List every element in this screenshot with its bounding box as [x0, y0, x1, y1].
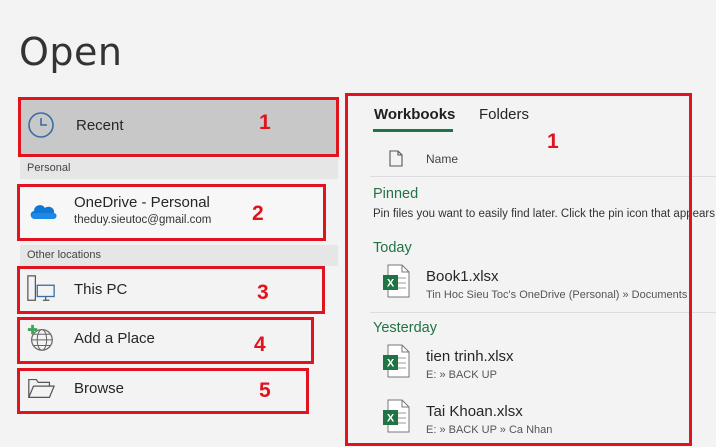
- group-today: Today: [373, 240, 412, 256]
- nav-onedrive-label: OneDrive - Personal: [74, 194, 210, 211]
- file-name: Tai Khoan.xlsx: [426, 403, 523, 420]
- folder-open-icon: [26, 373, 56, 403]
- tab-workbooks[interactable]: Workbooks: [374, 106, 455, 123]
- svg-text:X: X: [387, 358, 395, 370]
- annotation-number-add-place: 4: [254, 333, 266, 356]
- file-row-book1[interactable]: X Book1.xlsx Tin Hoc Sieu Toc's OneDrive…: [370, 264, 716, 310]
- onedrive-email: theduy.sieutoc@gmail.com: [74, 214, 212, 226]
- nav-onedrive[interactable]: OneDrive - Personal theduy.sieutoc@gmail…: [28, 194, 211, 226]
- nav-recent[interactable]: Recent: [26, 109, 124, 141]
- column-header-name[interactable]: Name: [426, 152, 458, 166]
- annotation-number-file-list: 1: [547, 130, 559, 153]
- svg-text:X: X: [387, 413, 395, 425]
- nav-this-pc[interactable]: This PC: [26, 274, 127, 304]
- open-locations-panel: Recent Personal OneDrive - Personal thed…: [0, 0, 345, 447]
- file-path: E: » BACK UP » Ca Nhan: [426, 424, 553, 436]
- group-divider: [370, 312, 716, 313]
- file-path: Tin Hoc Sieu Toc's OneDrive (Personal) »…: [426, 289, 688, 301]
- computer-icon: [26, 274, 56, 304]
- annotation-number-onedrive: 2: [252, 202, 264, 225]
- onedrive-cloud-icon: [28, 195, 58, 225]
- annotation-number-browse: 5: [259, 379, 271, 402]
- excel-file-icon: X: [382, 399, 410, 433]
- header-divider: [370, 176, 716, 177]
- nav-add-place[interactable]: Add a Place: [26, 323, 155, 353]
- group-yesterday: Yesterday: [373, 320, 437, 336]
- svg-text:X: X: [387, 278, 395, 290]
- file-path: E: » BACK UP: [426, 369, 497, 381]
- annotation-number-this-pc: 3: [257, 281, 269, 304]
- nav-browse-label: Browse: [74, 379, 125, 397]
- nav-browse[interactable]: Browse: [26, 373, 124, 403]
- section-personal: Personal: [20, 158, 338, 179]
- file-row-tai-khoan[interactable]: X Tai Khoan.xlsx E: » BACK UP » Ca Nhan: [370, 399, 716, 445]
- clock-icon: [26, 110, 56, 140]
- globe-add-icon: [26, 323, 56, 353]
- nav-recent-label: Recent: [76, 116, 124, 134]
- nav-this-pc-label: This PC: [74, 280, 128, 298]
- active-tab-indicator: [373, 129, 453, 132]
- section-other-locations: Other locations: [20, 245, 338, 266]
- excel-file-icon: X: [382, 344, 410, 378]
- file-row-tien-trinh[interactable]: X tien trinh.xlsx E: » BACK UP: [370, 344, 716, 390]
- file-type-icon: [389, 150, 403, 172]
- group-pinned: Pinned: [373, 186, 419, 202]
- tab-folders[interactable]: Folders: [479, 106, 529, 123]
- file-name: tien trinh.xlsx: [426, 348, 514, 365]
- pinned-hint: Pin files you want to easily find later.…: [373, 208, 715, 220]
- annotation-number-recent: 1: [259, 111, 271, 134]
- excel-file-icon: X: [382, 264, 410, 298]
- file-name: Book1.xlsx: [426, 268, 499, 285]
- nav-add-place-label: Add a Place: [74, 329, 155, 347]
